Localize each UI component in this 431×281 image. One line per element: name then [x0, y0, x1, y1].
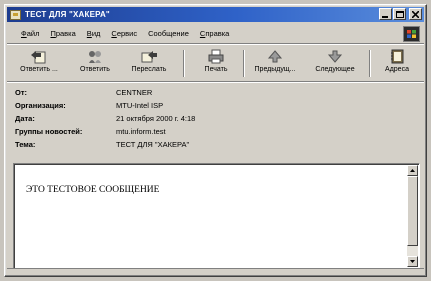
- toolbar: Ответить ... Ответить Переслать Печать П…: [7, 46, 424, 82]
- minimize-button[interactable]: [379, 8, 392, 20]
- window-title: ТЕСТ ДЛЯ "ХАКЕРА": [25, 10, 110, 19]
- print-label: Печать: [204, 66, 228, 73]
- from-label: От:: [15, 87, 28, 97]
- message-body[interactable]: ЭТО ТЕСТОВОЕ СООБЩЕНИЕ: [13, 163, 420, 269]
- previous-button[interactable]: Предыдущ...: [249, 48, 301, 79]
- message-text: ЭТО ТЕСТОВОЕ СООБЩЕНИЕ: [26, 185, 160, 195]
- minimize-icon: [382, 15, 388, 18]
- down-arrow-icon: [327, 50, 343, 63]
- status-bar: [7, 268, 424, 274]
- scroll-down-icon: [410, 260, 415, 263]
- windows-logo-icon: [403, 26, 420, 42]
- reply-icon: [31, 51, 46, 64]
- window-controls: [379, 8, 422, 20]
- date-value: 21 октября 2000 г. 4:18: [116, 113, 196, 123]
- previous-label: Предыдущ...: [254, 66, 296, 73]
- maximize-button[interactable]: [393, 8, 406, 20]
- close-button[interactable]: [409, 8, 422, 20]
- toolbar-separator: [369, 50, 371, 77]
- date-label: Дата:: [15, 113, 35, 123]
- reply-all-button[interactable]: Ответить: [73, 48, 117, 79]
- scroll-up-button[interactable]: [407, 165, 418, 176]
- toolbar-separator: [183, 50, 185, 77]
- menu-file[interactable]: Файл: [21, 29, 39, 38]
- print-button[interactable]: Печать: [197, 48, 235, 79]
- from-value[interactable]: CENTNER: [116, 88, 152, 97]
- vertical-scrollbar[interactable]: [407, 165, 418, 267]
- close-icon: [412, 10, 419, 18]
- reply-all-icon: [89, 51, 101, 63]
- subject-label: Тема:: [15, 139, 36, 149]
- newsgroups-value: mtu.inform.test: [116, 126, 166, 136]
- menu-view[interactable]: Вид: [87, 29, 101, 38]
- forward-button[interactable]: Переслать: [125, 48, 173, 79]
- subject-value: ТЕСТ ДЛЯ "ХАКЕРА": [116, 139, 190, 149]
- title-bar[interactable]: ТЕСТ ДЛЯ "ХАКЕРА": [7, 7, 424, 22]
- reply-sender-button[interactable]: Ответить ...: [15, 48, 63, 79]
- organization-label: Организация:: [15, 100, 66, 110]
- printer-icon: [208, 49, 224, 64]
- organization-value: MTU-Intel ISP: [116, 100, 164, 110]
- next-label: Следующее: [315, 66, 355, 73]
- addresses-label: Адреса: [385, 66, 409, 73]
- scroll-up-icon: [410, 169, 415, 172]
- toolbar-separator: [243, 50, 245, 77]
- message-window: ТЕСТ ДЛЯ "ХАКЕРА" Файл Правка Вид Сервис…: [4, 4, 427, 277]
- menu-tools[interactable]: Сервис: [111, 29, 137, 38]
- scroll-down-button[interactable]: [407, 256, 418, 267]
- menu-edit[interactable]: Правка: [50, 29, 75, 38]
- message-icon: [10, 9, 21, 20]
- next-button[interactable]: Следующее: [309, 48, 361, 79]
- menu-help[interactable]: Справка: [200, 29, 229, 38]
- reply-sender-label: Ответить ...: [20, 66, 58, 73]
- reply-all-label: Ответить: [80, 66, 110, 73]
- message-headers: От: CENTNER Организация: MTU-Intel ISP Д…: [15, 87, 422, 157]
- address-book-icon: [391, 49, 404, 64]
- forward-icon: [141, 51, 157, 63]
- scroll-thumb[interactable]: [407, 176, 418, 246]
- maximize-icon: [395, 10, 404, 18]
- up-arrow-icon: [267, 50, 283, 63]
- forward-label: Переслать: [131, 66, 167, 73]
- addresses-button[interactable]: Адреса: [379, 48, 415, 79]
- menu-bar: Файл Правка Вид Сервис Сообщение Справка: [7, 24, 424, 44]
- menu-message[interactable]: Сообщение: [148, 29, 189, 38]
- newsgroups-label: Группы новостей:: [15, 126, 83, 136]
